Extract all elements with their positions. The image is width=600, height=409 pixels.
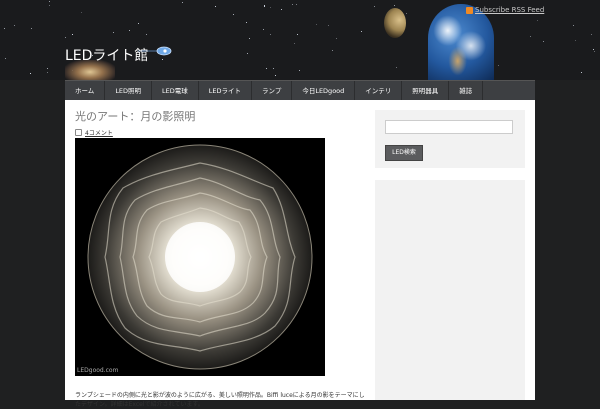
search-widget: LED検索 [375, 110, 525, 168]
star [81, 12, 82, 13]
star [530, 36, 531, 37]
lampshade-shadow-art [75, 138, 325, 376]
star [537, 20, 538, 21]
star [47, 68, 48, 69]
nav-item-fixtures[interactable]: 照明器具 [402, 81, 450, 101]
site-header: Subscribe RSS Feed LEDライト館 [0, 0, 600, 80]
main-nav: ホーム LED照明 LED電球 LEDライト ランプ 今日LEDgood インテ… [65, 80, 535, 101]
rss-icon [466, 6, 473, 14]
star [297, 34, 298, 35]
star [281, 9, 282, 10]
star [361, 31, 362, 32]
star [247, 53, 248, 54]
star [275, 75, 276, 76]
star [138, 23, 139, 24]
nav-item-led-light[interactable]: LEDライト [199, 81, 253, 101]
star [273, 68, 274, 69]
star [162, 59, 163, 60]
rss-label: Subscribe RSS Feed [475, 6, 545, 14]
nav-item-interior[interactable]: インテリ [355, 81, 403, 101]
nav-item-home[interactable]: ホーム [65, 81, 106, 101]
star [332, 50, 333, 51]
moon-graphic [384, 8, 406, 38]
comment-count-label: 4コメント [85, 130, 113, 137]
comment-icon [75, 129, 82, 136]
star [573, 25, 574, 26]
image-watermark: LEDgood.com [77, 367, 119, 374]
star [396, 67, 397, 68]
star [182, 2, 183, 3]
star [264, 6, 265, 7]
post-image[interactable]: LEDgood.com [75, 138, 325, 376]
star [72, 34, 73, 35]
comment-count[interactable]: 4コメント [75, 128, 113, 137]
star [593, 49, 594, 50]
nav-item-lamp[interactable]: ランプ [252, 81, 293, 101]
post-title[interactable]: 光のアート：月の影照明 [75, 108, 195, 124]
star [594, 51, 595, 52]
star [581, 72, 582, 73]
search-input[interactable] [385, 120, 513, 134]
star [316, 24, 317, 25]
star [575, 40, 576, 41]
star [47, 72, 48, 73]
nav-item-today-ledgood[interactable]: 今日LEDgood [292, 81, 356, 101]
star [270, 7, 271, 8]
star [49, 1, 50, 2]
star [249, 38, 250, 39]
star [5, 58, 6, 59]
sidebar-widget [375, 180, 525, 400]
site-title[interactable]: LEDライト館 [65, 45, 148, 65]
star [299, 70, 300, 71]
star [498, 65, 499, 66]
star [31, 28, 32, 29]
nav-item-led-bulb[interactable]: LED電球 [152, 81, 199, 101]
star [264, 5, 265, 6]
star [233, 14, 234, 15]
earth-graphic [428, 4, 494, 80]
star [328, 25, 329, 26]
star [296, 4, 297, 5]
star [129, 30, 130, 31]
main-content: 光のアート：月の影照明 4コメント LEDgood.com ランプシェードの内側… [65, 100, 535, 408]
star [65, 37, 66, 38]
star [30, 73, 31, 74]
star [394, 5, 395, 6]
star [146, 34, 147, 35]
star [14, 25, 15, 26]
nav-item-magazine[interactable]: 雑誌 [449, 81, 484, 101]
star [246, 22, 247, 23]
star [543, 41, 544, 42]
star [215, 6, 216, 7]
star [113, 32, 114, 33]
search-button[interactable]: LED検索 [385, 145, 423, 161]
star [374, 6, 375, 7]
star [336, 38, 337, 39]
star [263, 29, 264, 30]
star [266, 68, 267, 69]
star [292, 4, 293, 5]
post-excerpt: ランプシェードの内側に光と影が波のように広がる、美しい照明作品。Biffi lu… [75, 392, 365, 408]
star [294, 43, 295, 44]
star [406, 13, 407, 14]
star [270, 34, 271, 35]
star [49, 5, 50, 6]
nav-item-led-lighting[interactable]: LED照明 [105, 81, 153, 101]
star [591, 34, 592, 35]
star [4, 28, 5, 29]
rss-link[interactable]: Subscribe RSS Feed [466, 6, 544, 14]
